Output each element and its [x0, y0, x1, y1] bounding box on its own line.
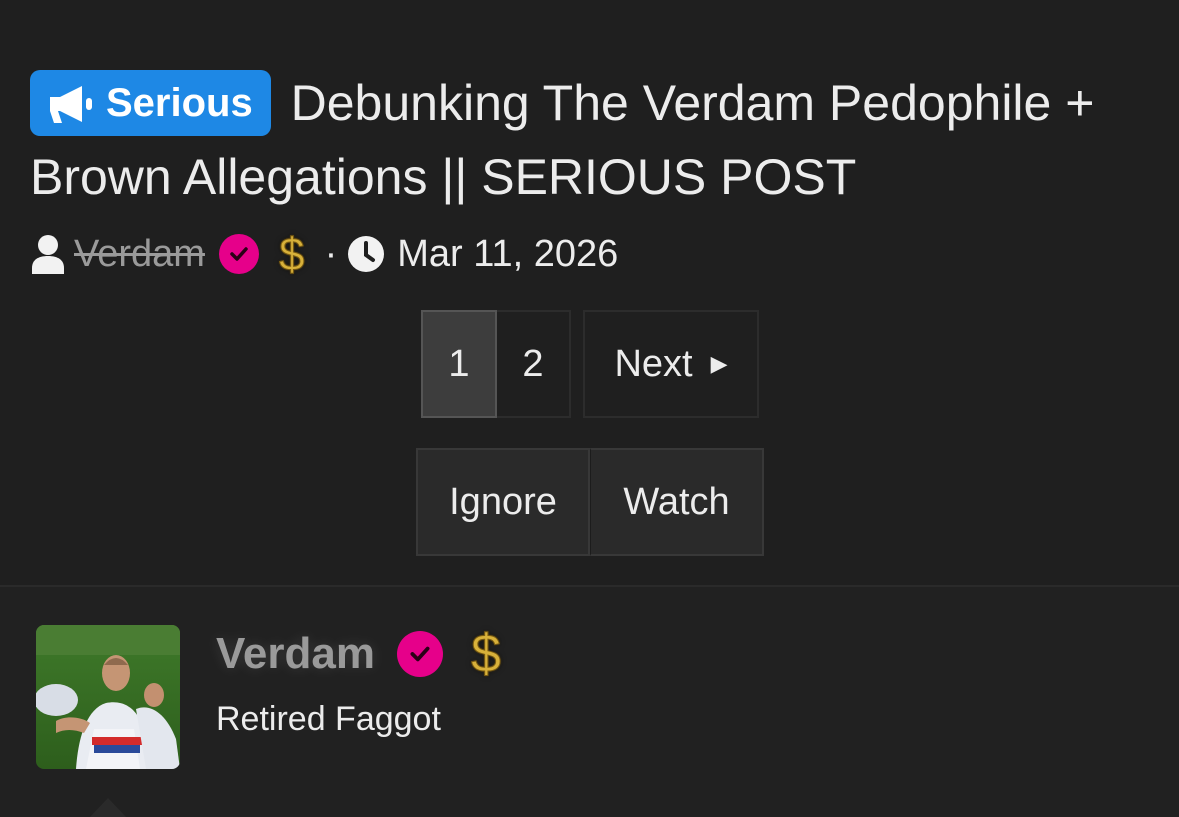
post-user-row: Verdam $	[216, 622, 517, 686]
author-link[interactable]: Verdam	[74, 233, 205, 276]
avatar-image	[36, 625, 180, 769]
thread-date[interactable]: Mar 11, 2026	[397, 233, 618, 276]
caret-right-icon: ▶	[710, 351, 728, 376]
prefix-label: Serious	[106, 81, 253, 125]
megaphone-icon	[50, 86, 92, 123]
post-user-title: Retired Faggot	[216, 700, 441, 738]
thread-title: Serious Debunking The Verdam Pedophile +…	[30, 66, 1150, 214]
verified-check-icon	[396, 631, 443, 677]
watch-button[interactable]: Watch	[590, 448, 764, 556]
page-1-button[interactable]: 1	[421, 310, 497, 418]
verified-check-icon	[218, 234, 259, 274]
thread-actions: Ignore Watch	[416, 448, 764, 556]
clock-icon	[348, 236, 385, 272]
pagination: 1 2 Next ▶	[421, 310, 759, 418]
meta-separator: ·	[324, 232, 338, 275]
next-label: Next	[614, 342, 693, 385]
thread-header: Serious Debunking The Verdam Pedophile +…	[0, 0, 1179, 585]
next-page-button[interactable]: Next ▶	[583, 310, 759, 418]
thread-meta: Verdam $ · Mar 11, 2026	[30, 228, 618, 281]
ignore-button[interactable]: Ignore	[416, 448, 590, 556]
dollar-icon: $	[470, 624, 502, 685]
prefix-badge[interactable]: Serious	[30, 70, 271, 136]
avatar[interactable]	[36, 625, 180, 769]
post-username[interactable]: Verdam	[216, 629, 375, 679]
dollar-icon: $	[278, 228, 305, 281]
avatar-pointer	[90, 798, 126, 817]
page-2-button[interactable]: 2	[497, 310, 571, 418]
user-icon	[32, 235, 64, 274]
